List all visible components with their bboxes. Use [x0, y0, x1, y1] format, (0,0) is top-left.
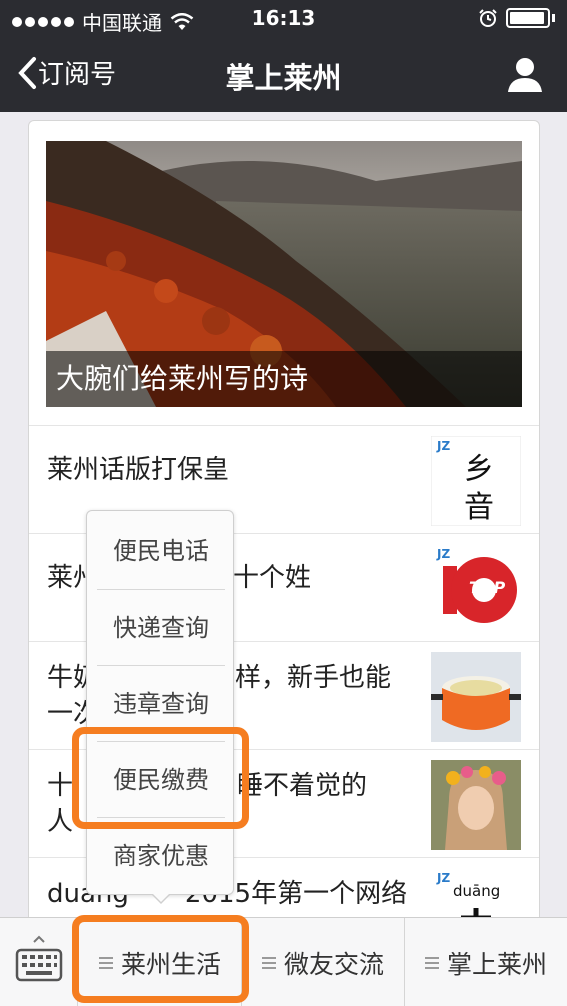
back-chevron-icon: [18, 56, 36, 89]
pot-image: [431, 652, 521, 742]
article-title-end: 睡不着觉的: [237, 771, 368, 801]
back-label: 订阅号: [38, 60, 117, 90]
battery-icon: [506, 8, 550, 28]
menu-lines-icon: [261, 954, 276, 972]
alarm-icon: [479, 9, 497, 27]
article-thumbnail: JZ TOP: [431, 544, 521, 634]
menu-item-violation[interactable]: 违章查询: [87, 666, 235, 742]
tab-laizhou-life[interactable]: 莱州生活: [79, 918, 241, 1006]
banner-caption: 大腕们给莱州写的诗: [46, 351, 522, 407]
article-title-start: 十: [47, 771, 74, 801]
girl-photo: [431, 760, 521, 850]
article-thumbnail: [431, 652, 521, 742]
submenu-popup: 便民电话 快递查询 违章查询 便民缴费 商家优惠: [86, 510, 235, 904]
thumb-badge: JZ: [437, 547, 451, 561]
tab-handheld-laizhou[interactable]: 掌上莱州: [405, 918, 567, 1006]
menu-lines-icon: [424, 954, 439, 972]
menu-item-phone[interactable]: 便民电话: [87, 513, 235, 589]
thumb-text-bottom: 音: [464, 490, 494, 525]
article-thumbnail: [431, 760, 521, 850]
battery-cap: [552, 14, 555, 22]
banner-article[interactable]: 大腕们给莱州写的诗: [46, 141, 522, 407]
back-button[interactable]: 订阅号: [16, 54, 116, 91]
thumb-badge: JZ: [437, 871, 451, 885]
article-title-end: 样，新手也能: [235, 663, 392, 693]
popup-pointer: [151, 893, 171, 904]
profile-icon[interactable]: [505, 54, 545, 94]
menu-lines-icon: [98, 954, 113, 972]
tab-label: 微友交流: [283, 949, 384, 979]
tab-friends[interactable]: 微友交流: [242, 918, 404, 1006]
nav-bar: 订阅号 掌上莱州: [0, 38, 567, 112]
menu-item-express[interactable]: 快递查询: [87, 590, 235, 666]
bottom-menu-bar: 莱州生活 微友交流 掌上莱州: [0, 917, 567, 1006]
article-title-line2: 人: [47, 807, 74, 837]
thumb-top-label: TOP: [469, 578, 506, 597]
thumb-pinyin: duāng: [453, 882, 501, 900]
tab-label: 莱州生活: [120, 949, 221, 979]
thumb-badge: JZ: [437, 439, 451, 453]
menu-item-payment[interactable]: 便民缴费: [87, 742, 235, 818]
article-thumbnail: JZ 乡 音: [431, 436, 521, 526]
article-title: 莱州话版打保皇: [47, 455, 230, 485]
status-bar: 中国联通 16:13: [0, 0, 567, 38]
tab-label: 掌上莱州: [446, 949, 547, 979]
keyboard-icon: [15, 935, 63, 982]
status-icons: [478, 8, 555, 28]
menu-item-merchant[interactable]: 商家优惠: [87, 818, 235, 894]
keyboard-toggle-button[interactable]: [0, 918, 78, 1006]
